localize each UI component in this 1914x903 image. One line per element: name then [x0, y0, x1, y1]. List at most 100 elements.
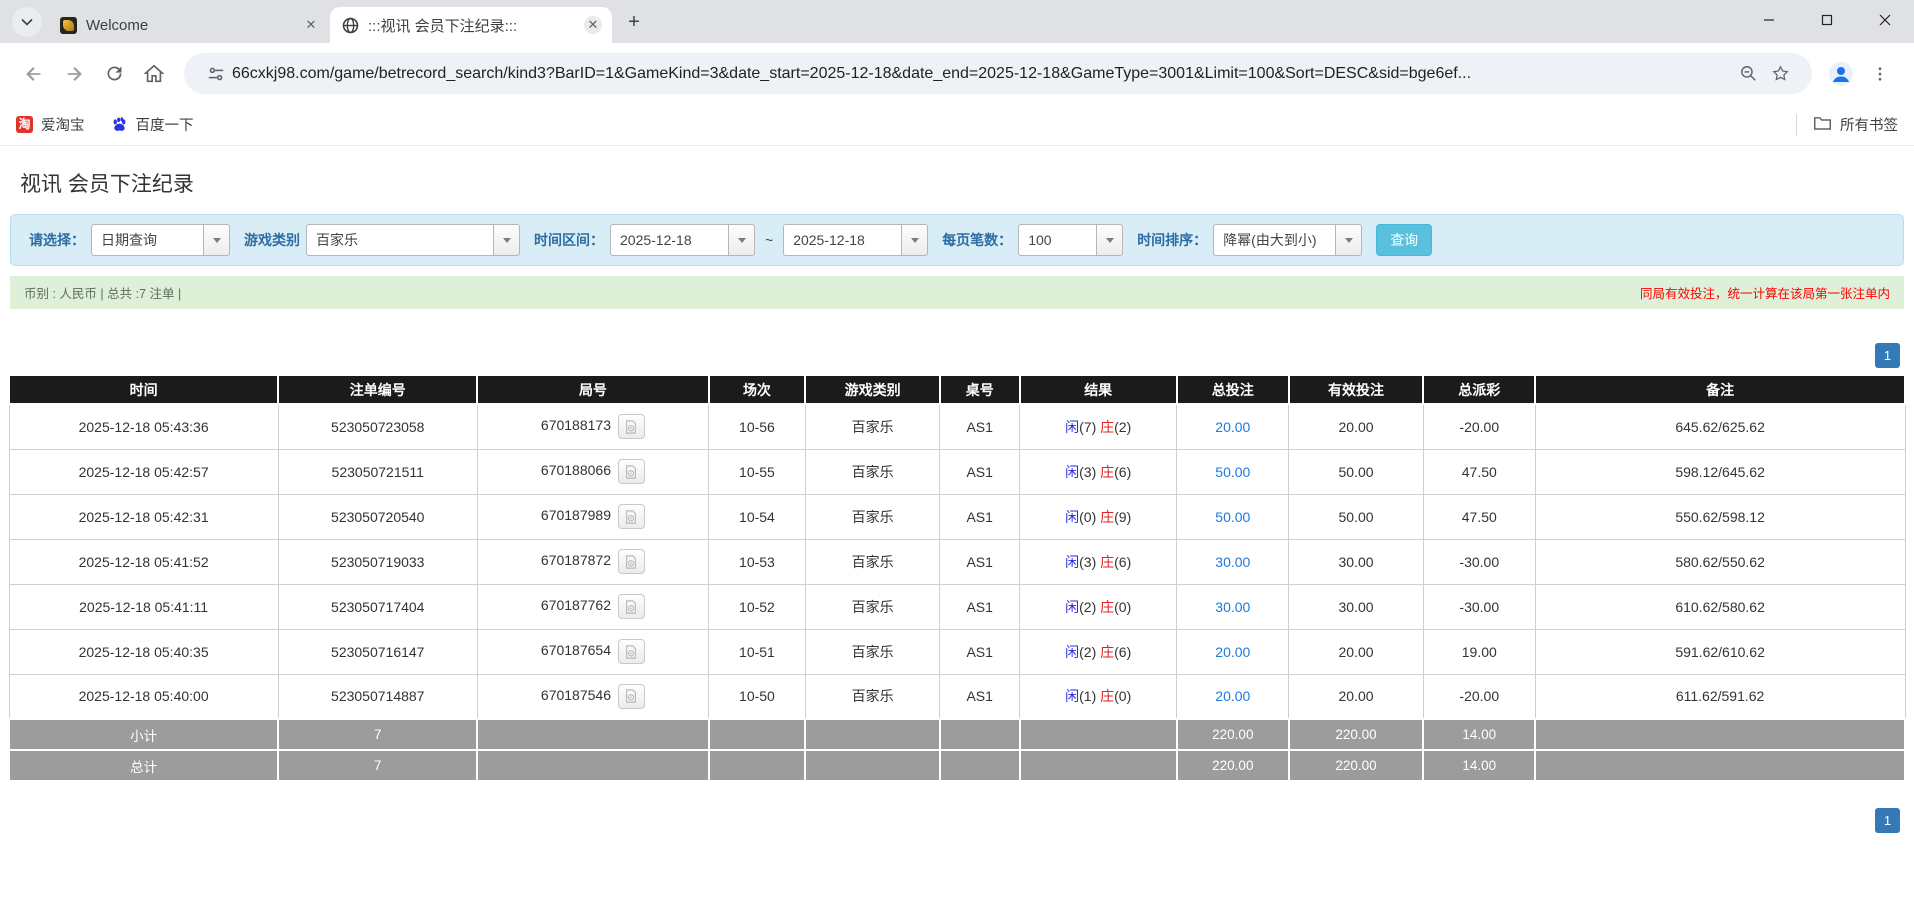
result-banker-label: 庄: [1100, 688, 1114, 704]
cell-total-bet[interactable]: 20.00: [1177, 674, 1289, 719]
date-start-dropdown[interactable]: 2025-12-18: [610, 224, 755, 256]
total-bet-link[interactable]: 30.00: [1215, 554, 1250, 570]
date-start-value[interactable]: 2025-12-18: [610, 224, 728, 256]
tab-close-icon[interactable]: ✕: [302, 16, 320, 34]
round-id-text: 670187546: [541, 687, 611, 703]
sum-payout: 14.00: [1423, 719, 1535, 750]
game-type-label: 游戏类别: [244, 230, 300, 250]
cell-result: 闲(3) 庄(6): [1020, 539, 1177, 584]
game-type-dropdown[interactable]: 百家乐: [306, 224, 520, 256]
pagination-page-1-top[interactable]: 1: [1875, 343, 1900, 368]
sum-empty: [709, 750, 806, 781]
cell-payout: 47.50: [1423, 449, 1535, 494]
back-button[interactable]: [14, 54, 54, 94]
table-row: 2025-12-18 05:42:57523050721511670188066…: [9, 449, 1905, 494]
video-replay-button[interactable]: [618, 594, 645, 619]
per-page-value[interactable]: 100: [1018, 224, 1096, 256]
chevron-down-icon[interactable]: [1096, 224, 1123, 256]
cell-total-bet[interactable]: 30.00: [1177, 584, 1289, 629]
video-replay-button[interactable]: [618, 639, 645, 664]
result-banker-points: (6): [1114, 464, 1131, 480]
select-mode-dropdown[interactable]: 日期查询: [91, 224, 230, 256]
all-bookmarks-button[interactable]: 所有书签: [1840, 114, 1898, 135]
tab-title: Welcome: [86, 17, 302, 34]
result-player-points: (3): [1079, 554, 1100, 570]
round-id-text: 670188066: [541, 462, 611, 478]
cell-session: 10-51: [709, 629, 806, 674]
cell-payout: -30.00: [1423, 584, 1535, 629]
result-banker-points: (0): [1114, 688, 1131, 704]
home-button[interactable]: [134, 54, 174, 94]
cell-session: 10-55: [709, 449, 806, 494]
video-replay-button[interactable]: [618, 504, 645, 529]
forward-button[interactable]: [54, 54, 94, 94]
total-bet-link[interactable]: 30.00: [1215, 599, 1250, 615]
address-bar[interactable]: 66cxkj98.com/game/betrecord_search/kind3…: [184, 53, 1812, 94]
chevron-down-icon[interactable]: [203, 224, 230, 256]
cell-total-bet[interactable]: 20.00: [1177, 404, 1289, 449]
chevron-down-icon[interactable]: [1335, 224, 1362, 256]
table-row: 2025-12-18 05:41:11523050717404670187762…: [9, 584, 1905, 629]
tab-betrecord[interactable]: :::视讯 会员下注纪录::: ✕: [330, 7, 612, 43]
date-range-label: 时间区间：: [534, 230, 604, 250]
cell-remark: 598.12/645.62: [1535, 449, 1905, 494]
query-button[interactable]: 查询: [1376, 224, 1432, 256]
close-window-button[interactable]: [1856, 0, 1914, 40]
result-banker-points: (6): [1114, 644, 1131, 660]
new-tab-button[interactable]: +: [620, 8, 648, 36]
bookmark-star-icon[interactable]: [1764, 58, 1796, 90]
tab-search-button[interactable]: [12, 7, 42, 37]
tab-welcome[interactable]: Welcome ✕: [48, 7, 330, 43]
chevron-down-icon[interactable]: [493, 224, 520, 256]
minimize-button[interactable]: [1740, 0, 1798, 40]
video-replay-button[interactable]: [618, 414, 645, 439]
reload-button[interactable]: [94, 54, 134, 94]
site-settings-icon[interactable]: [200, 58, 232, 90]
bookmark-baidu[interactable]: 百度一下: [111, 114, 194, 135]
per-page-dropdown[interactable]: 100: [1018, 224, 1123, 256]
cell-total-bet[interactable]: 50.00: [1177, 449, 1289, 494]
total-bet-link[interactable]: 20.00: [1215, 688, 1250, 704]
total-bet-link[interactable]: 20.00: [1215, 644, 1250, 660]
url-text[interactable]: 66cxkj98.com/game/betrecord_search/kind3…: [232, 65, 1732, 83]
bookmark-aitaobao[interactable]: 淘 爱淘宝: [16, 114, 85, 135]
cell-game-type: 百家乐: [805, 494, 940, 539]
cell-game-type: 百家乐: [805, 584, 940, 629]
sort-dropdown[interactable]: 降幂(由大到小): [1213, 224, 1362, 256]
date-end-dropdown[interactable]: 2025-12-18: [783, 224, 928, 256]
total-bet-link[interactable]: 20.00: [1215, 419, 1250, 435]
film-icon: [624, 420, 638, 434]
sum-payout: 14.00: [1423, 750, 1535, 781]
grand-total-row: 总计7220.00220.0014.00: [9, 750, 1905, 781]
film-icon: [624, 510, 638, 524]
chevron-down-icon[interactable]: [901, 224, 928, 256]
cell-table-no: AS1: [940, 404, 1020, 449]
total-bet-link[interactable]: 50.00: [1215, 509, 1250, 525]
result-player-label: 闲: [1065, 509, 1079, 525]
profile-avatar[interactable]: [1822, 55, 1860, 93]
sum-count: 7: [278, 719, 477, 750]
tab-close-icon[interactable]: ✕: [584, 16, 602, 34]
select-mode-value[interactable]: 日期查询: [91, 224, 203, 256]
total-bet-link[interactable]: 50.00: [1215, 464, 1250, 480]
date-end-value[interactable]: 2025-12-18: [783, 224, 901, 256]
sum-empty: [477, 750, 708, 781]
cell-total-bet[interactable]: 50.00: [1177, 494, 1289, 539]
sort-value[interactable]: 降幂(由大到小): [1213, 224, 1335, 256]
pagination-page-1-bottom[interactable]: 1: [1875, 808, 1900, 833]
video-replay-button[interactable]: [618, 684, 645, 709]
bookmark-label: 爱淘宝: [41, 114, 85, 135]
cell-total-bet[interactable]: 30.00: [1177, 539, 1289, 584]
zoom-out-icon[interactable]: [1732, 58, 1764, 90]
cell-valid-bet: 20.00: [1289, 629, 1424, 674]
cell-total-bet[interactable]: 20.00: [1177, 629, 1289, 674]
browser-menu-icon[interactable]: [1860, 54, 1900, 94]
chevron-down-icon[interactable]: [728, 224, 755, 256]
video-replay-button[interactable]: [618, 459, 645, 484]
maximize-button[interactable]: [1798, 0, 1856, 40]
video-replay-button[interactable]: [618, 549, 645, 574]
result-banker-points: (9): [1114, 509, 1131, 525]
sum-total-bet: 220.00: [1177, 719, 1289, 750]
game-type-value[interactable]: 百家乐: [306, 224, 493, 256]
round-id-text: 670187762: [541, 597, 611, 613]
